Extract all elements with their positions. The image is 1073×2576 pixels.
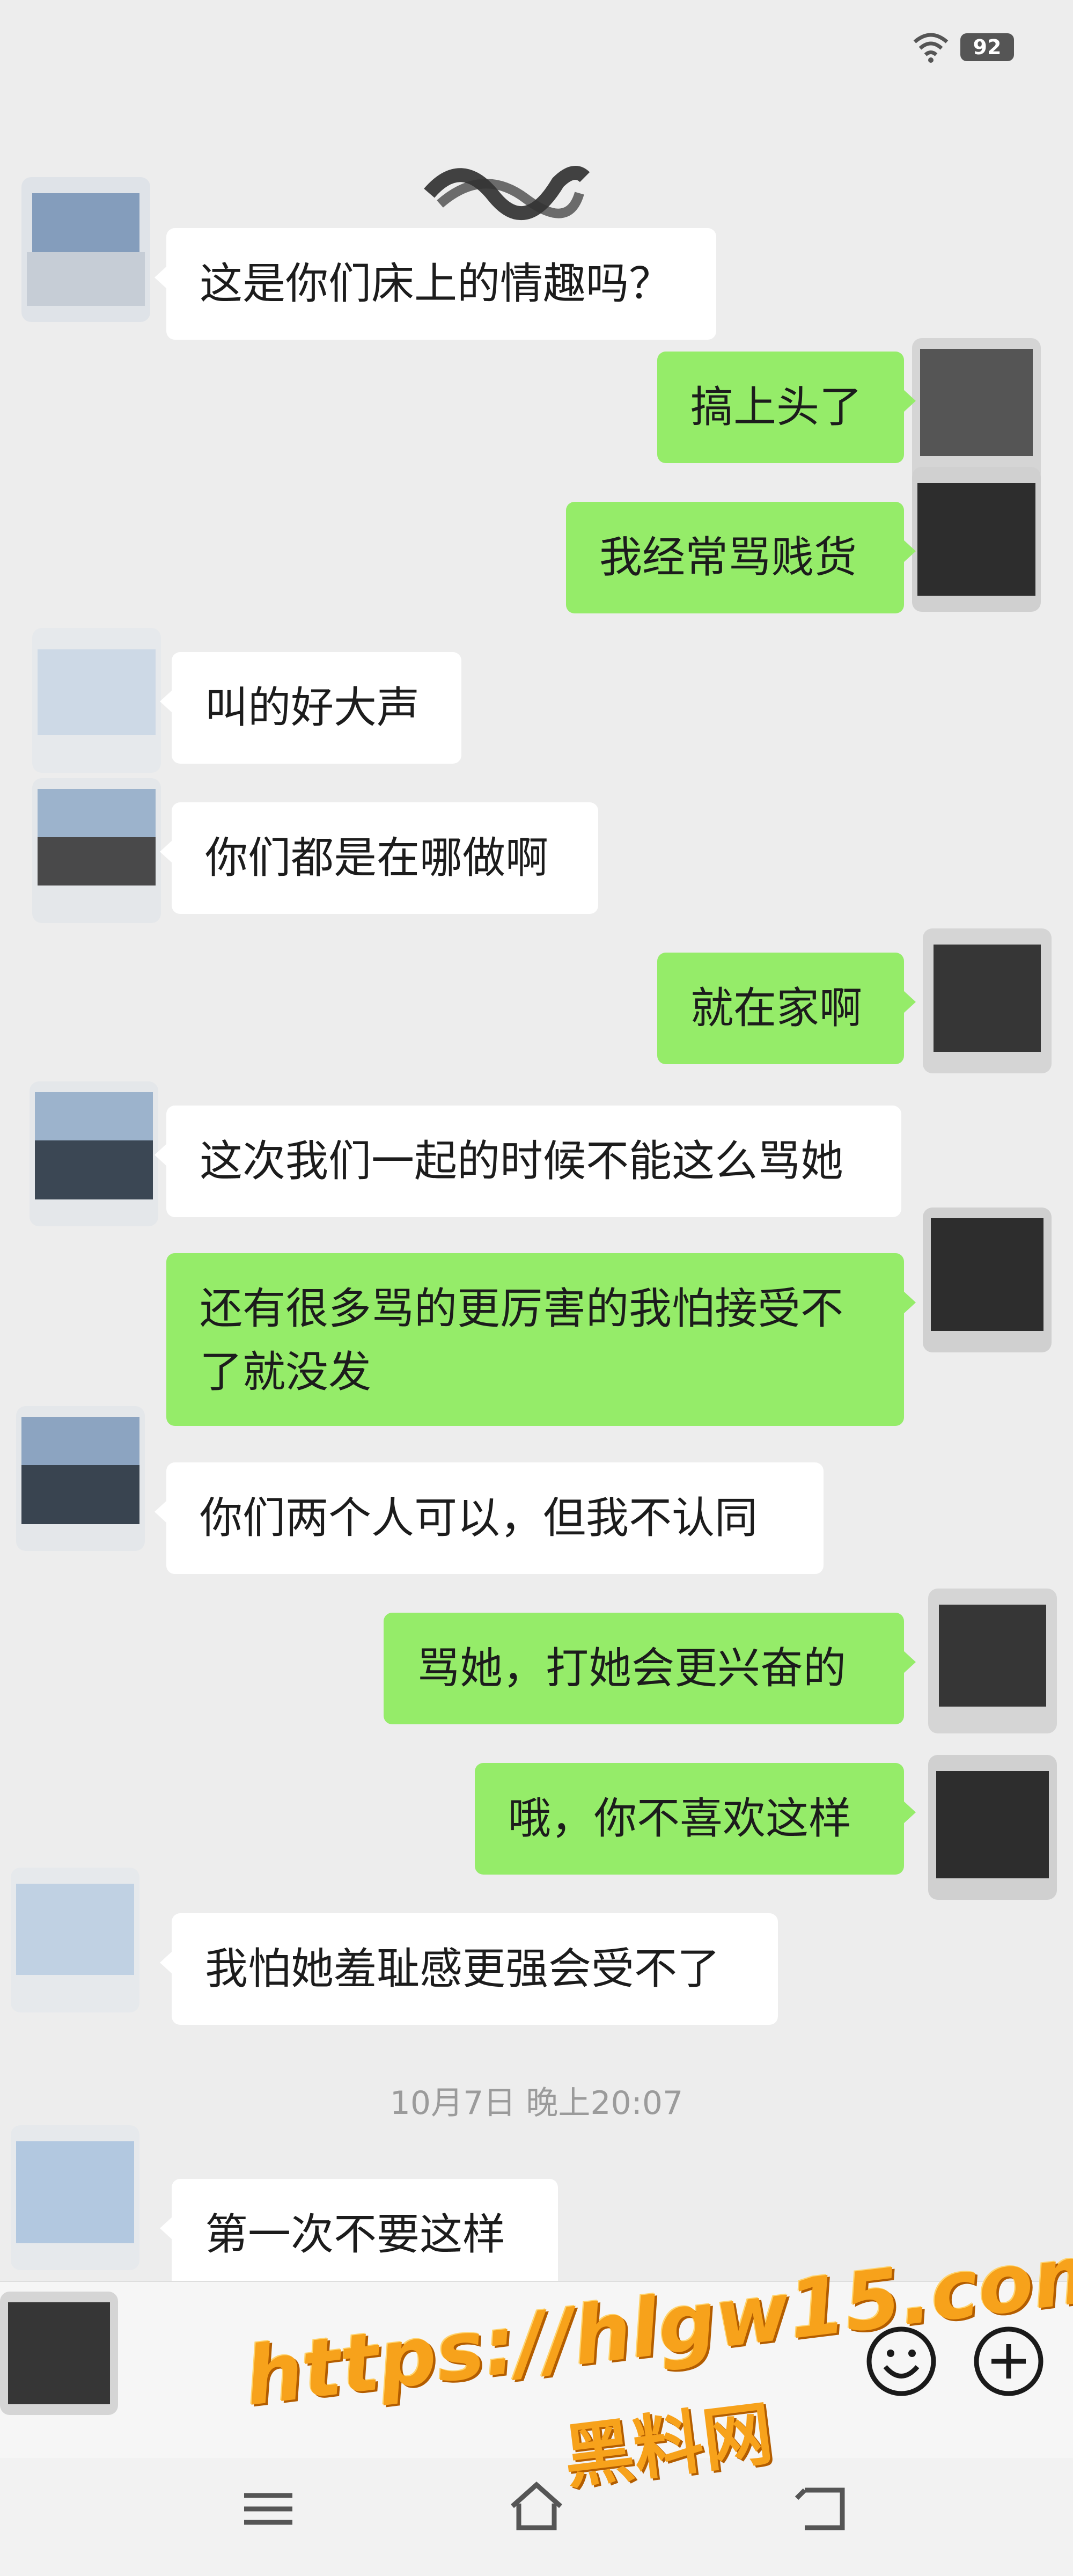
message-bubble-incoming[interactable]: 叫的好大声 [160,652,461,764]
redacted-avatar-blue [16,1406,145,1551]
avatar[interactable] [32,778,161,923]
avatar[interactable] [928,1755,1057,1900]
redacted-name [424,166,590,221]
message-bubble-incoming[interactable]: 这次我们一起的时候不能这么骂她 [155,1106,901,1217]
message-bubble-incoming[interactable]: 你们都是在哪做啊 [160,802,598,914]
message-bubble-outgoing[interactable]: 就在家啊 [657,953,916,1064]
redacted-avatar-dark [928,1589,1057,1733]
redacted-avatar-blue [21,177,150,322]
status-bar: 92 [0,0,1073,97]
avatar[interactable] [11,2125,139,2270]
message-bubble-incoming[interactable]: 第一次不要这样 [160,2179,558,2290]
avatar[interactable] [21,177,150,322]
battery-indicator: 92 [960,33,1014,61]
avatar[interactable] [923,928,1052,1073]
message-bubble-incoming[interactable]: 你们两个人可以，但我不认同 [155,1462,824,1574]
plus-icon[interactable] [971,2324,1046,2399]
avatar[interactable] [928,1589,1057,1733]
message-bubble-outgoing[interactable]: 搞上头了 [657,352,916,463]
redacted-avatar-blue [30,1081,158,1226]
avatar[interactable] [912,467,1041,612]
redacted-avatar-dark [0,2292,118,2415]
redacted-avatar-dark [923,928,1052,1073]
redacted-avatar-dark [912,467,1041,612]
avatar[interactable] [32,628,161,773]
message-bubble-outgoing[interactable]: 骂她，打她会更兴奋的 [384,1613,916,1724]
back-icon[interactable] [791,2479,850,2538]
avatar[interactable] [30,1081,158,1226]
redacted-avatar-light [11,2125,139,2270]
wifi-icon [913,33,949,63]
avatar[interactable] [0,2292,118,2415]
home-icon[interactable] [507,2477,566,2536]
menu-icon[interactable] [241,2482,295,2536]
redacted-avatar-light [11,1868,139,2012]
redacted-avatar-dark [923,1208,1052,1352]
avatar[interactable] [16,1406,145,1551]
redacted-avatar-blue [32,778,161,923]
message-bubble-outgoing[interactable]: 哦，你不喜欢这样 [475,1763,916,1875]
avatar[interactable] [912,338,1041,483]
message-bubble-outgoing[interactable]: 我经常骂贱货 [566,502,916,613]
message-bubble-incoming[interactable]: 我怕她羞耻感更强会受不了 [160,1913,778,2025]
message-bubble-incoming[interactable]: 这是你们床上的情趣吗？ [155,228,716,340]
timestamp: 10月7日 晚上20:07 [389,2084,684,2122]
avatar[interactable] [923,1208,1052,1352]
redacted-avatar-dark [912,338,1041,483]
message-bubble-outgoing[interactable]: 还有很多骂的更厉害的我怕接受不了就没发 [166,1253,916,1426]
redacted-avatar-dark [928,1755,1057,1900]
redacted-avatar-light [32,628,161,773]
avatar[interactable] [11,1868,139,2012]
